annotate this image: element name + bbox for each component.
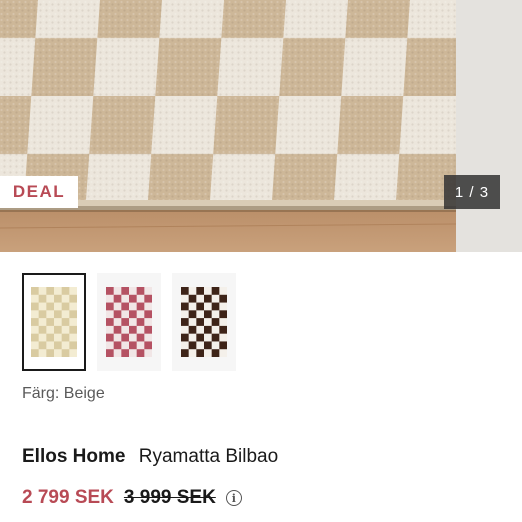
- product-name: Ryamatta Bilbao: [138, 446, 279, 467]
- original-price: 3 999 SEK: [123, 487, 216, 508]
- info-icon[interactable]: i: [225, 490, 242, 506]
- rug-thumbnail-image: [106, 287, 152, 357]
- rug-thumbnail-image: [181, 287, 227, 357]
- image-pager: 1 / 3: [444, 175, 500, 209]
- brand-name[interactable]: Ellos Home: [22, 446, 125, 467]
- product-image-carousel[interactable]: DEAL 1 / 3: [0, 0, 522, 252]
- thumbnail-rosa[interactable]: [97, 273, 161, 371]
- deal-badge: DEAL: [0, 176, 78, 208]
- thumbnail-beige[interactable]: [22, 273, 86, 371]
- price-row: 2 799 SEK 3 999 SEK i: [22, 487, 242, 509]
- current-price: 2 799 SEK: [22, 487, 114, 508]
- selected-color-label: Färg: Beige: [22, 385, 105, 402]
- rug-thumbnail-image: [31, 287, 77, 357]
- color-variant-thumbnails: [22, 273, 236, 373]
- next-image-preview[interactable]: [456, 0, 522, 252]
- thumbnail-brun[interactable]: [172, 273, 236, 371]
- product-title: Ellos Home Ryamatta Bilbao: [22, 446, 278, 468]
- product-main-image[interactable]: [0, 0, 456, 252]
